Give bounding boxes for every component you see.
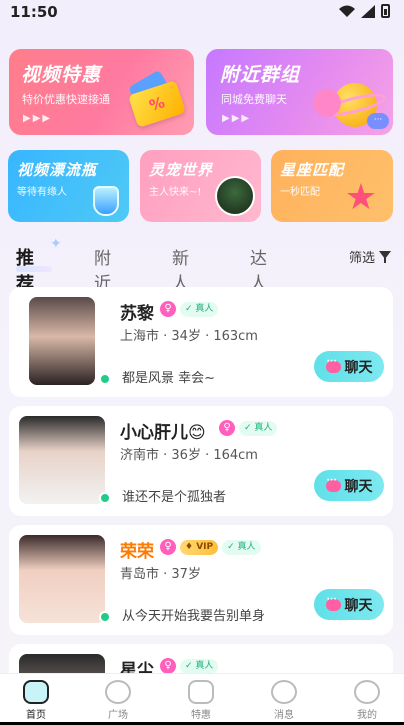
video-deal-title: 视频特惠	[21, 64, 102, 86]
vip-label: VIP	[196, 541, 214, 552]
avatar[interactable]	[19, 416, 105, 504]
nearby-group-subtitle: 同城免费聊天	[221, 93, 287, 106]
arrow-dots-icon: ▶▶▶	[222, 113, 252, 124]
user-name: 苏黎	[120, 304, 154, 324]
chat-button-label: 聊天	[344, 597, 373, 614]
video-bottle-title: 视频漂流瓶	[17, 161, 98, 179]
video-deal-subtitle: 特价优惠快速接通	[22, 93, 110, 106]
battery-icon	[381, 4, 390, 18]
user-bio: 都是风景 幸会~	[122, 371, 216, 386]
verified-badge: ✓ 真人	[180, 658, 219, 674]
status-icons	[339, 4, 390, 18]
user-badges: ♀ ✓ 真人	[160, 658, 219, 674]
status-bar: 11:50	[0, 0, 404, 26]
pet-world-title: 灵宠世界	[149, 161, 214, 179]
signal-icon	[361, 4, 375, 18]
star-icon: ★	[344, 177, 377, 218]
nearby-group-title: 附近群组	[220, 64, 301, 86]
chat-icon	[325, 476, 341, 492]
filter-icon	[378, 250, 392, 264]
filter-label: 筛选	[348, 251, 375, 266]
pet-world-card[interactable]: 灵宠世界 主人快来~!	[140, 150, 261, 222]
verified-label: 真人	[195, 660, 214, 671]
verified-badge: ✓ 真人	[239, 420, 278, 436]
pet-avatar-icon	[215, 176, 255, 216]
user-name: 荣荣	[120, 542, 154, 562]
verified-label: 真人	[254, 422, 273, 433]
user-info: 上海市 · 34岁 · 163cm	[120, 329, 258, 344]
status-time: 11:50	[10, 3, 58, 21]
nearby-group-card[interactable]: 附近群组 同城免费聊天 ▶▶▶ ···	[206, 49, 393, 135]
zodiac-match-title: 星座匹配	[280, 161, 345, 179]
user-info: 济南市 · 36岁 · 164cm	[120, 448, 258, 463]
chat-button-label: 聊天	[344, 359, 373, 376]
user-bio: 从今天开始我要告别单身	[122, 609, 266, 624]
video-camera-icon	[188, 680, 214, 704]
user-info: 青岛市 · 37岁	[120, 567, 201, 582]
tabbar-label: 广场	[108, 710, 128, 721]
online-status-dot	[99, 373, 111, 385]
tabbar-item-messages[interactable]: 消息	[254, 680, 314, 721]
planet-icon	[105, 680, 131, 704]
verified-label: 真人	[195, 303, 214, 314]
video-bottle-card[interactable]: 视频漂流瓶 等待有缘人	[8, 150, 129, 222]
home-icon	[23, 680, 49, 704]
avatar[interactable]	[29, 297, 95, 385]
chat-bubble-icon: ···	[367, 113, 389, 129]
zodiac-match-subtitle: 一秒匹配	[280, 187, 320, 198]
tabbar-label: 消息	[274, 710, 294, 721]
chat-button[interactable]: 聊天	[314, 470, 384, 501]
sparkle-icon: ✦	[50, 236, 62, 252]
female-icon: ♀	[219, 420, 235, 436]
tabbar-item-home[interactable]: 首页	[6, 680, 66, 721]
tabbar-item-plaza[interactable]: 广场	[88, 680, 148, 721]
online-status-dot	[99, 492, 111, 504]
chat-button[interactable]: 聊天	[314, 589, 384, 620]
tabbar-item-me[interactable]: 我的	[337, 680, 397, 721]
message-icon	[271, 680, 297, 704]
video-deal-card[interactable]: 视频特惠 特价优惠快速接通 ▶▶▶ %	[9, 49, 194, 135]
list-item[interactable]: 小心肝儿😊 ♀ ✓ 真人 济南市 · 36岁 · 164cm 谁还不是个孤独者 …	[9, 406, 393, 516]
chat-button-label: 聊天	[344, 478, 373, 495]
filter-button[interactable]: 筛选	[349, 247, 392, 266]
chat-icon	[325, 357, 341, 373]
pet-world-subtitle: 主人快来~!	[149, 187, 202, 198]
female-icon: ♀	[160, 301, 176, 317]
verified-badge: ✓ 真人	[180, 301, 219, 317]
tabbar-label: 特惠	[191, 710, 211, 721]
bottle-icon	[93, 186, 119, 216]
chat-button[interactable]: 聊天	[314, 351, 384, 382]
video-bottle-subtitle: 等待有缘人	[17, 187, 67, 198]
avatar[interactable]	[19, 535, 105, 623]
user-badges: ♀ ♦ VIP ✓ 真人	[160, 539, 261, 555]
profile-icon	[354, 680, 380, 704]
user-badges: ♀ ✓ 真人	[160, 301, 219, 317]
verified-badge: ✓ 真人	[222, 539, 261, 555]
vip-badge: ♦ VIP	[180, 539, 219, 555]
online-status-dot	[99, 611, 111, 623]
verified-label: 真人	[237, 541, 256, 552]
smiley-face-icon	[313, 89, 341, 117]
user-badges: ♀ ✓ 真人	[219, 420, 278, 436]
tabbar-label: 我的	[357, 710, 377, 721]
bottom-tab-bar: 首页 广场 特惠 消息 我的	[0, 673, 404, 725]
user-name: 小心肝儿😊	[120, 423, 206, 443]
list-item[interactable]: 荣荣 ♀ ♦ VIP ✓ 真人 青岛市 · 37岁 从今天开始我要告别单身 聊天	[9, 525, 393, 635]
chat-icon	[325, 595, 341, 611]
zodiac-match-card[interactable]: 星座匹配 一秒匹配 ★	[271, 150, 393, 222]
list-item[interactable]: 苏黎 ♀ ✓ 真人 上海市 · 34岁 · 163cm 都是风景 幸会~ 聊天	[9, 287, 393, 397]
tabbar-item-deals[interactable]: 特惠	[171, 680, 231, 721]
female-icon: ♀	[160, 539, 176, 555]
female-icon: ♀	[160, 658, 176, 674]
user-bio: 谁还不是个孤独者	[122, 490, 227, 505]
arrow-dots-icon: ▶▶▶	[23, 113, 53, 124]
tabbar-label: 首页	[26, 710, 46, 721]
wifi-icon	[339, 5, 355, 17]
